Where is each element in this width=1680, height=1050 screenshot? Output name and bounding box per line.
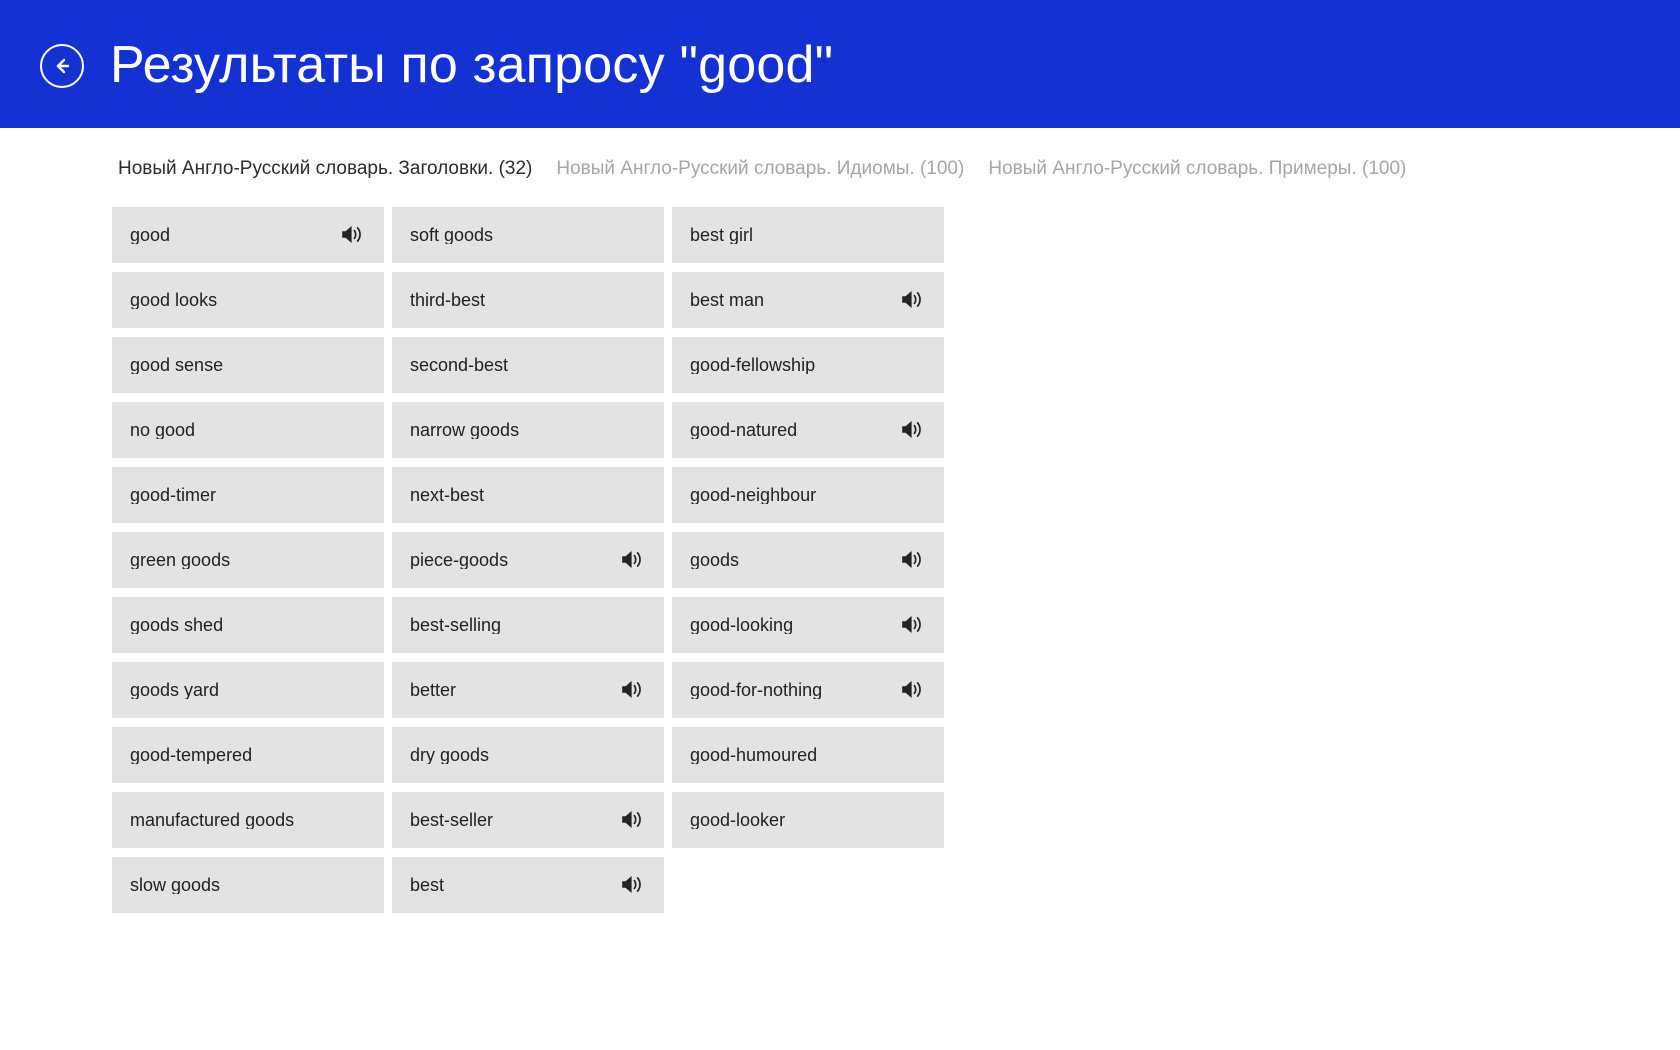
result-tile[interactable]: best-seller — [392, 791, 664, 848]
result-tile-label: piece-goods — [410, 550, 509, 569]
result-tile-label: good-neighbour — [690, 485, 817, 504]
speaker-audio-icon[interactable] — [900, 289, 926, 311]
speaker-audio-icon[interactable] — [620, 809, 646, 831]
result-tile-label: good-natured — [690, 420, 798, 439]
result-tile-label: third-best — [410, 290, 486, 309]
result-tile-label: good — [130, 225, 171, 244]
result-tile[interactable]: piece-goods — [392, 531, 664, 588]
result-tile[interactable]: good-looking — [672, 596, 944, 653]
result-tile[interactable]: good-fellowship — [672, 336, 944, 393]
tab-examples[interactable]: Новый Англо-Русский словарь. Примеры. (1… — [988, 158, 1406, 181]
result-tile[interactable]: good-tempered — [112, 726, 384, 783]
result-tile-label: best man — [690, 290, 765, 309]
result-tile[interactable]: manufactured goods — [112, 791, 384, 848]
result-tile[interactable]: best man — [672, 271, 944, 328]
speaker-audio-icon[interactable] — [900, 679, 926, 701]
back-button[interactable] — [40, 44, 84, 88]
result-tile-label: good looks — [130, 290, 218, 309]
speaker-audio-icon[interactable] — [620, 874, 646, 896]
results-area: good good looks good sense no good good-time… — [0, 206, 1680, 913]
result-tile[interactable]: goods shed — [112, 596, 384, 653]
app-header: Результаты по запросу "good" — [0, 0, 1680, 128]
speaker-audio-icon[interactable] — [900, 549, 926, 571]
result-tile[interactable]: soft goods — [392, 206, 664, 263]
speaker-audio-icon[interactable] — [620, 679, 646, 701]
back-arrow-icon — [50, 54, 74, 78]
result-tile[interactable]: goods — [672, 531, 944, 588]
result-tile[interactable]: good-neighbour — [672, 466, 944, 523]
result-tile[interactable]: goods yard — [112, 661, 384, 718]
result-tile-label: dry goods — [410, 745, 490, 764]
result-tile-label: next-best — [410, 485, 485, 504]
result-tile[interactable]: good-humoured — [672, 726, 944, 783]
result-tile[interactable]: better — [392, 661, 664, 718]
result-tile[interactable]: good-looker — [672, 791, 944, 848]
result-tile[interactable]: best girl — [672, 206, 944, 263]
result-tile-label: narrow goods — [410, 420, 520, 439]
result-tile-label: good-fellowship — [690, 355, 816, 374]
result-tile[interactable]: best — [392, 856, 664, 913]
speaker-audio-icon[interactable] — [340, 224, 366, 246]
result-tile-label: no good — [130, 420, 196, 439]
result-tile-label: best — [410, 875, 445, 894]
speaker-audio-icon[interactable] — [900, 614, 926, 636]
result-tile-label: good-for-nothing — [690, 680, 823, 699]
result-tile-label: best-selling — [410, 615, 502, 634]
result-tile[interactable]: second-best — [392, 336, 664, 393]
result-tile[interactable]: dry goods — [392, 726, 664, 783]
result-tile-label: good sense — [130, 355, 224, 374]
result-tile[interactable]: good-natured — [672, 401, 944, 458]
result-tile-label: good-tempered — [130, 745, 253, 764]
result-tile[interactable]: best-selling — [392, 596, 664, 653]
result-tile-label: goods shed — [130, 615, 224, 634]
result-tile-label: slow goods — [130, 875, 221, 894]
result-tile[interactable]: good — [112, 206, 384, 263]
result-tile[interactable]: good sense — [112, 336, 384, 393]
results-column-2: soft goods third-best second-best narrow go… — [392, 206, 664, 913]
result-tile-label: good-looker — [690, 810, 786, 829]
result-tile[interactable]: slow goods — [112, 856, 384, 913]
results-column-3: best girl best man good-fellowship good-nat… — [672, 206, 944, 848]
results-column-1: good good looks good sense no good good-time… — [112, 206, 384, 913]
result-tile[interactable]: next-best — [392, 466, 664, 523]
result-tile-label: green goods — [130, 550, 231, 569]
speaker-audio-icon[interactable] — [900, 419, 926, 441]
tab-idioms[interactable]: Новый Англо-Русский словарь. Идиомы. (10… — [556, 158, 964, 181]
result-tile-label: second-best — [410, 355, 509, 374]
tab-headwords[interactable]: Новый Англо-Русский словарь. Заголовки. … — [118, 158, 532, 181]
result-tile[interactable]: good looks — [112, 271, 384, 328]
speaker-audio-icon[interactable] — [620, 549, 646, 571]
result-tile-label: best girl — [690, 225, 754, 244]
result-tile-label: good-timer — [130, 485, 217, 504]
result-tile-label: best-seller — [410, 810, 494, 829]
result-tile-label: goods — [690, 550, 740, 569]
result-tile[interactable]: good-for-nothing — [672, 661, 944, 718]
results-columns: good good looks good sense no good good-time… — [112, 206, 1680, 913]
result-tile[interactable]: narrow goods — [392, 401, 664, 458]
result-tile-label: manufactured goods — [130, 810, 295, 829]
result-tile-label: better — [410, 680, 457, 699]
result-tile[interactable]: third-best — [392, 271, 664, 328]
result-tile[interactable]: green goods — [112, 531, 384, 588]
result-tile-label: good-looking — [690, 615, 794, 634]
result-tile[interactable]: good-timer — [112, 466, 384, 523]
result-tile[interactable]: no good — [112, 401, 384, 458]
result-group-tabs: Новый Англо-Русский словарь. Заголовки. … — [0, 158, 1680, 181]
result-tile-label: goods yard — [130, 680, 220, 699]
result-tile-label: soft goods — [410, 225, 494, 244]
page-title: Результаты по запросу "good" — [110, 36, 834, 94]
result-tile-label: good-humoured — [690, 745, 818, 764]
